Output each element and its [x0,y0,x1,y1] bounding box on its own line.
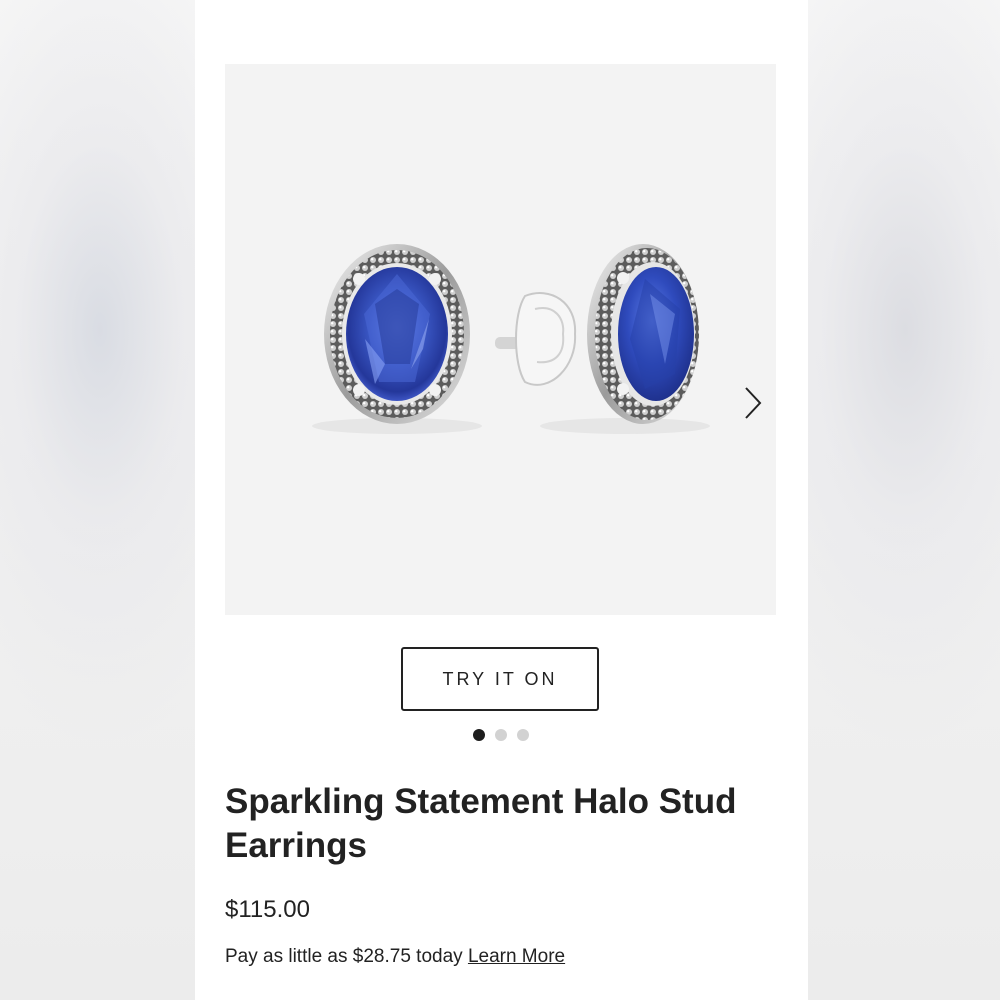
next-image-button[interactable] [735,382,771,424]
product-page: TRY IT ON Sparkling Statement Halo Stud … [195,0,808,1000]
pagination-dot-2[interactable] [495,729,507,741]
product-price: $115.00 [225,896,310,923]
installment-message: Pay as little as $28.75 today Learn More [225,946,565,968]
gallery-pagination [473,729,529,741]
learn-more-link[interactable]: Learn More [468,946,565,967]
product-image [312,244,710,434]
pagination-dot-3[interactable] [517,729,529,741]
product-image-gallery[interactable] [225,64,776,615]
try-it-on-button[interactable]: TRY IT ON [401,647,599,711]
chevron-right-icon [745,387,762,419]
pagination-dot-1[interactable] [473,729,485,741]
installment-text: Pay as little as $28.75 today [225,946,463,967]
product-title: Sparkling Statement Halo Stud Earrings [225,782,737,865]
